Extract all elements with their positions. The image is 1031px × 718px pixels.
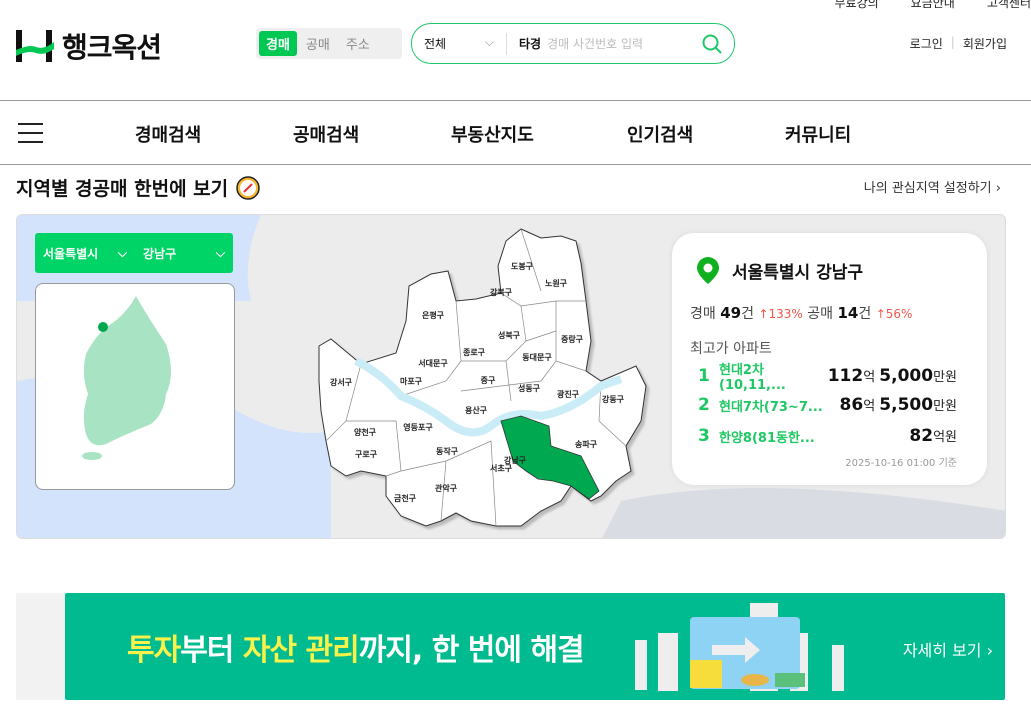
data-timestamp: 2025-10-16 01:00 기준 [845,458,957,469]
banner-text: 투자부터 자산 관리까지, 한 번에 해결 [127,633,585,668]
top-apartment-row[interactable]: 1 현대2차(10,11,... 112억 5,000만원 [698,363,957,393]
nav-public-sale-search[interactable]: 공매검색 [293,121,359,147]
nav-community[interactable]: 커뮤니티 [785,121,851,147]
logo-h-icon [16,30,54,62]
auction-change: ↑133% [758,307,803,321]
search-type-tabs: 경매 공매 주소 [256,28,402,59]
district-label[interactable]: 서대문구 [418,358,448,368]
search-bar: 전체 ⌵ 타경 [411,23,735,64]
login-link[interactable]: 로그인 [910,35,943,52]
main-nav: 경매검색 공매검색 부동산지도 인기검색 커뮤니티 [0,100,1031,165]
district-label[interactable]: 구로구 [355,450,378,459]
section-title: 지역별 경공매 한번에 보기 [16,174,260,201]
district-label[interactable]: 금천구 [394,493,417,503]
investment-illustration [635,603,844,691]
district-label[interactable]: 노원구 [545,278,568,288]
district-label[interactable]: 강동구 [602,394,625,404]
nav-popular-search[interactable]: 인기검색 [627,121,693,147]
district-select[interactable]: 강남구 ⌵ [135,245,233,262]
search-prefix: 타경 [519,37,542,51]
tab-address[interactable]: 주소 [339,31,377,56]
promo-banner[interactable]: 투자부터 자산 관리까지, 한 번에 해결 자세히 보기 › [65,593,1005,700]
district-label[interactable]: 관악구 [435,483,458,493]
search-input[interactable] [547,36,702,51]
city-select[interactable]: 서울특별시 ⌵ [35,245,135,262]
chevron-down-icon: ⌵ [117,245,127,260]
tab-public-sale[interactable]: 공매 [299,31,337,56]
section-title-text: 지역별 경공매 한번에 보기 [16,178,229,200]
district-label[interactable]: 도봉구 [511,261,534,271]
logo-text: 행크옥션 [62,31,162,64]
top-apartments-title: 최고가 아파트 [690,341,772,357]
interest-region-link[interactable]: 나의 관심지역 설정하기 › [864,177,1001,196]
top-links: 무료강의 요금안내 고객센터 [834,0,1031,11]
district-label[interactable]: 성동구 [518,383,541,393]
search-scope-select[interactable]: 전체 ⌵ [424,35,494,52]
district-label[interactable]: 서초구 [490,463,513,473]
nav-auction-search[interactable]: 경매검색 [135,121,201,147]
public-change: ↑56% [875,307,913,321]
district-label[interactable]: 마포구 [400,376,423,386]
district-value: 강남구 [143,246,177,261]
top-link[interactable]: 무료강의 [834,0,878,11]
top-apartment-row[interactable]: 3 한양8(81동한... 82억원 [698,425,957,447]
location-pin-icon [697,257,719,284]
chevron-down-icon: ⌵ [215,245,225,260]
district-label[interactable]: 동대문구 [522,352,552,362]
auth-links: 로그인 | 회원가입 [910,35,1007,52]
card-title: 서울특별시 강남구 [732,263,864,283]
banner-more-link[interactable]: 자세히 보기 › [903,637,993,661]
logo[interactable]: 행크옥션 [16,26,162,66]
menu-icon[interactable] [18,122,43,143]
district-label[interactable]: 은평구 [422,310,445,320]
district-label[interactable]: 송파구 [575,439,598,449]
korea-minimap[interactable] [35,283,235,490]
district-label[interactable]: 강서구 [330,377,353,387]
search-scope-value: 전체 [424,37,447,51]
card-stats: 경매 49건 ↑133% 공매 14건 ↑56% [690,304,913,322]
district-label[interactable]: 영등포구 [403,422,433,432]
search-icon[interactable] [702,34,722,54]
district-label[interactable]: 강북구 [490,287,513,297]
banner-edge [16,593,65,700]
signup-link[interactable]: 회원가입 [963,35,1007,52]
divider: | [950,35,955,49]
district-label[interactable]: 양천구 [354,427,377,437]
district-label[interactable]: 중랑구 [561,334,584,344]
korea-map [82,296,171,460]
district-label[interactable]: 동작구 [436,446,459,456]
top-link[interactable]: 요금안내 [911,0,955,11]
tab-auction[interactable]: 경매 [259,31,297,56]
chevron-down-icon: ⌵ [484,35,494,49]
nav-real-estate-map[interactable]: 부동산지도 [451,121,534,147]
district-label[interactable]: 광진구 [557,389,580,399]
district-label[interactable]: 성북구 [498,330,521,340]
top-link[interactable]: 고객센터 [987,0,1031,11]
district-label[interactable]: 종로구 [463,348,486,357]
city-value: 서울특별시 [43,246,99,261]
region-summary-card: 서울특별시 강남구 경매 49건 ↑133% 공매 14건 ↑56% 최고가 아… [672,233,987,485]
district-label[interactable]: 용산구 [465,405,488,415]
top-apartment-row[interactable]: 2 현대7차(73~7... 86억 5,500만원 [698,394,957,416]
district-label[interactable]: 중구 [481,376,496,385]
compass-icon [236,175,260,200]
region-selector: 서울특별시 ⌵ 강남구 ⌵ [35,233,233,273]
divider [506,32,507,55]
